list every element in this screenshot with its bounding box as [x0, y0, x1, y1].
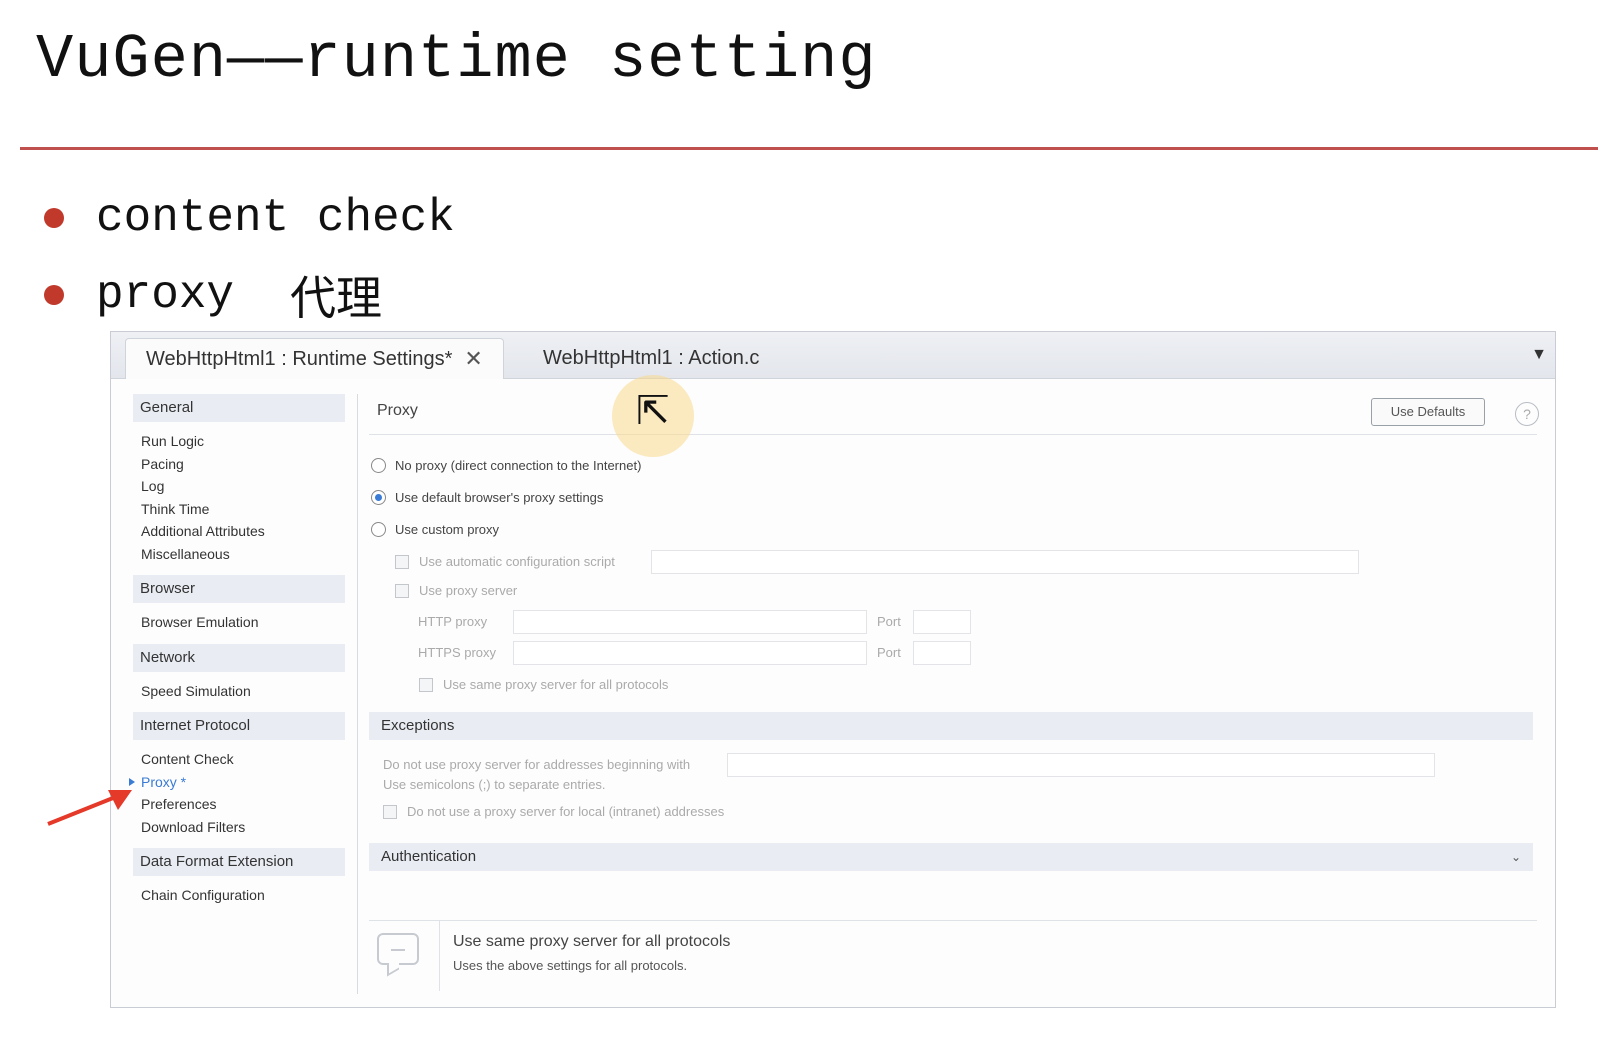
https-port-label: Port	[877, 645, 901, 660]
checkbox-label: Use automatic configuration script	[419, 554, 615, 569]
radio-label: Use default browser's proxy settings	[395, 490, 604, 505]
sidebar-item-pacing[interactable]: Pacing	[133, 453, 345, 476]
exceptions-input[interactable]	[727, 753, 1435, 777]
title-divider	[20, 147, 1598, 150]
use-defaults-button[interactable]: Use Defaults	[1371, 398, 1485, 426]
bullet-dot	[44, 285, 64, 305]
arrow-shaft	[47, 794, 119, 826]
radio-button-selected[interactable]	[371, 490, 386, 505]
http-proxy-input[interactable]	[513, 610, 867, 634]
checkbox[interactable]	[395, 583, 409, 598]
radio-no-proxy[interactable]: No proxy (direct connection to the Inter…	[371, 458, 641, 473]
exceptions-section-header[interactable]: Exceptions	[369, 712, 1533, 740]
https-proxy-label: HTTPS proxy	[418, 645, 497, 660]
sidebar-item-log[interactable]: Log	[133, 475, 345, 498]
bullet-chinese-text: 代理	[290, 271, 383, 325]
sidebar-group-general[interactable]: General	[133, 394, 345, 422]
sidebar-item-think-time[interactable]: Think Time	[133, 498, 345, 521]
divider	[439, 921, 440, 991]
sidebar-item-download-filters[interactable]: Download Filters	[133, 816, 345, 839]
radio-default-browser-proxy[interactable]: Use default browser's proxy settings	[371, 490, 603, 505]
checkbox[interactable]	[395, 554, 409, 569]
use-proxy-server-checkbox[interactable]: Use proxy server	[395, 583, 517, 598]
bullet-dot	[44, 208, 64, 228]
section-label: Authentication	[381, 848, 477, 865]
https-port-input[interactable]	[913, 641, 971, 665]
description-text: Uses the above settings for all protocol…	[453, 958, 688, 973]
bullet-text: proxy	[96, 269, 235, 321]
exceptions-description: Do not use proxy server for addresses be…	[383, 757, 691, 772]
sidebar-group-browser[interactable]: Browser	[133, 575, 345, 603]
panel-title: Proxy	[377, 402, 418, 419]
sidebar-item-label: Proxy *	[141, 773, 187, 790]
checkbox[interactable]	[383, 804, 397, 819]
http-proxy-label: HTTP proxy	[418, 614, 488, 629]
radio-button[interactable]	[371, 458, 386, 473]
sidebar-item-proxy[interactable]: Proxy *	[129, 771, 345, 794]
sidebar-item-preferences[interactable]: Preferences	[133, 793, 345, 816]
http-port-label: Port	[877, 614, 901, 629]
proxy-settings-panel: Proxy Use Defaults ? No proxy (direct co…	[369, 390, 1541, 991]
bullet-text: content check	[96, 192, 455, 244]
http-port-input[interactable]	[913, 610, 971, 634]
tab-list-menu-icon[interactable]: ▼	[1531, 346, 1547, 364]
sidebar-item-content-check[interactable]: Content Check	[133, 748, 345, 771]
bullet-proxy: proxy 代理	[44, 262, 382, 328]
radio-label: Use custom proxy	[395, 522, 500, 537]
checkbox-label: Do not use a proxy server for local (int…	[407, 804, 725, 819]
tab-label: WebHttpHtml1 : Runtime Settings*	[146, 347, 453, 370]
sidebar-item-run-logic[interactable]: Run Logic	[133, 430, 345, 453]
move-cursor-icon: ⇱	[636, 388, 670, 434]
auto-config-script-input[interactable]	[651, 550, 1359, 574]
checkbox-label: Use same proxy server for all protocols	[443, 677, 669, 692]
checkbox-label: Use proxy server	[419, 583, 518, 598]
bullet-content-check: content check	[44, 192, 455, 244]
exceptions-hint: Use semicolons (;) to separate entries.	[383, 777, 606, 792]
red-arrow-annotation	[47, 790, 132, 826]
sidebar-item-miscellaneous[interactable]: Miscellaneous	[133, 543, 345, 566]
sidebar-group-data-format-extension[interactable]: Data Format Extension	[133, 848, 345, 876]
vugen-window: WebHttpHtml1 : Runtime Settings* ✕ WebHt…	[110, 331, 1556, 1008]
pane-splitter[interactable]	[357, 394, 358, 994]
tab-bar: WebHttpHtml1 : Runtime Settings* ✕ WebHt…	[111, 332, 1555, 379]
divider	[369, 434, 1537, 435]
radio-custom-proxy[interactable]: Use custom proxy	[371, 522, 499, 537]
checkbox[interactable]	[419, 677, 433, 692]
sidebar-item-speed-simulation[interactable]: Speed Simulation	[133, 680, 345, 703]
sidebar-item-browser-emulation[interactable]: Browser Emulation	[133, 611, 345, 634]
description-title: Use same proxy server for all protocols	[453, 933, 731, 950]
radio-button[interactable]	[371, 522, 386, 537]
radio-label: No proxy (direct connection to the Inter…	[395, 458, 642, 473]
description-pane: Use same proxy server for all protocols …	[369, 920, 1537, 991]
same-proxy-all-protocols-checkbox[interactable]: Use same proxy server for all protocols	[419, 677, 668, 692]
tab-label: WebHttpHtml1 : Action.c	[543, 346, 760, 369]
https-proxy-input[interactable]	[513, 641, 867, 665]
auto-config-script-checkbox[interactable]: Use automatic configuration script	[395, 554, 615, 569]
slide-title: VuGen——runtime setting	[36, 24, 877, 95]
bypass-local-checkbox[interactable]: Do not use a proxy server for local (int…	[383, 804, 724, 819]
help-icon[interactable]: ?	[1515, 402, 1539, 426]
tab-runtime-settings[interactable]: WebHttpHtml1 : Runtime Settings* ✕	[125, 338, 504, 379]
sidebar-group-internet-protocol[interactable]: Internet Protocol	[133, 712, 345, 740]
close-icon[interactable]: ✕	[464, 346, 482, 372]
sidebar-item-additional-attributes[interactable]: Additional Attributes	[133, 520, 345, 543]
tab-action-c[interactable]: WebHttpHtml1 : Action.c	[523, 338, 779, 378]
chevron-down-icon[interactable]: ⌄	[1511, 843, 1521, 871]
sidebar-item-chain-configuration[interactable]: Chain Configuration	[133, 884, 345, 907]
sidebar-group-network[interactable]: Network	[133, 643, 345, 672]
authentication-section-header[interactable]: Authentication ⌄	[369, 843, 1533, 871]
speech-bubble-icon	[377, 933, 419, 965]
settings-tree: General Run Logic Pacing Log Think Time …	[129, 394, 345, 907]
